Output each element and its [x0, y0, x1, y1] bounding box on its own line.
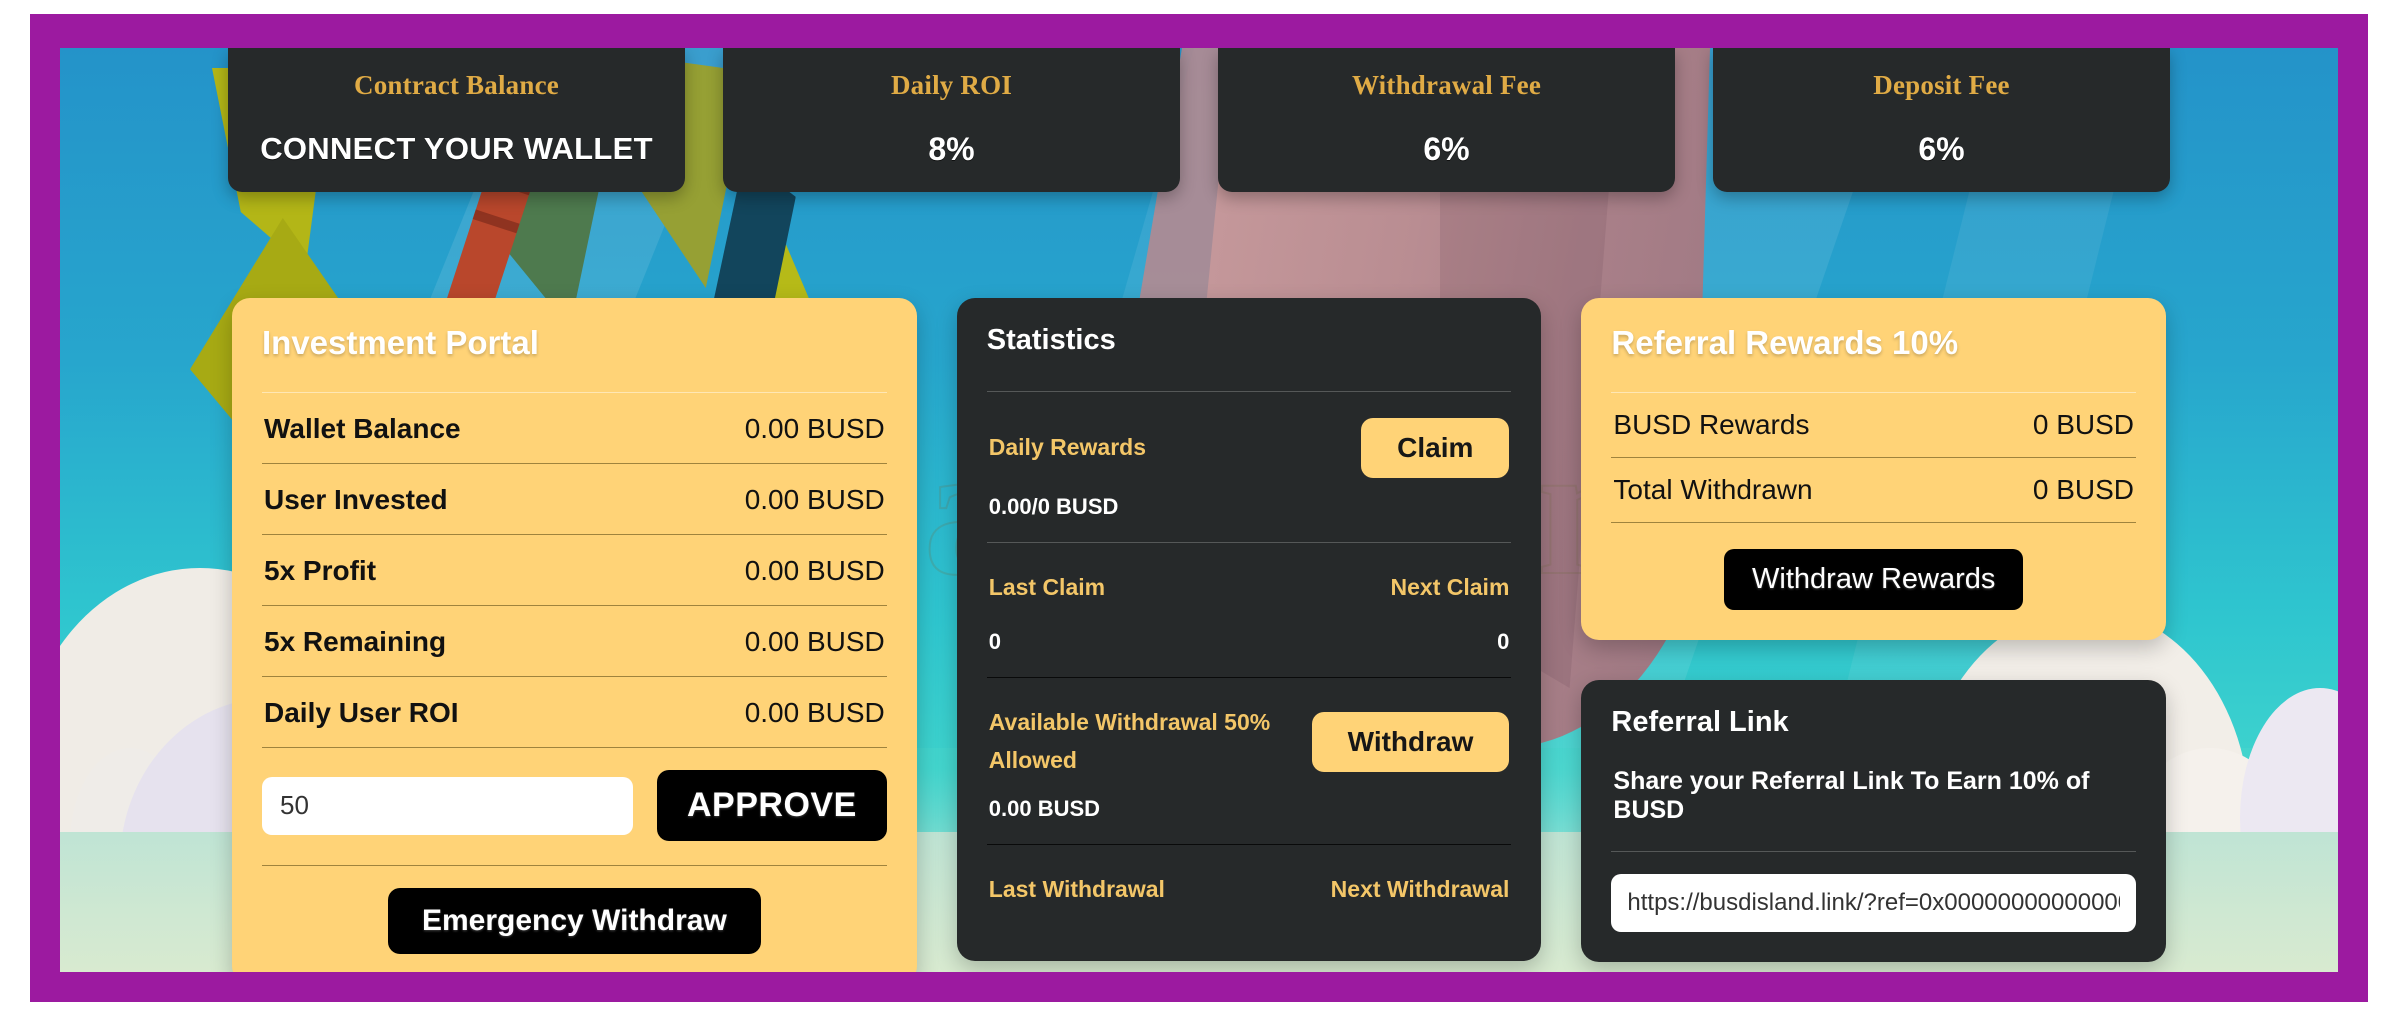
column-statistics: Statistics Daily Rewards Claim 0.00/0 BU…	[956, 298, 1542, 972]
row-value: 0.00 BUSD	[744, 555, 885, 586]
row-value: 0.00 BUSD	[744, 413, 885, 444]
statistics-title: Statistics	[986, 324, 1116, 356]
stat-card-contract-balance: Contract Balance CONNECT YOUR WALLET	[228, 48, 685, 192]
deposit-amount-input[interactable]	[262, 776, 633, 835]
approve-button[interactable]: APPROVE	[657, 770, 887, 841]
row-label: User Invested	[264, 484, 448, 515]
row-label: 5x Remaining	[264, 626, 447, 657]
withdraw-button[interactable]: Withdraw	[1311, 711, 1510, 772]
referral-link-subtitle: Share your Referral Link To Earn 10% of …	[1613, 767, 2090, 824]
stat-value: 6%	[1918, 131, 1965, 167]
stat-label: Daily ROI	[890, 70, 1013, 100]
stat-label: Deposit Fee	[1873, 70, 2010, 100]
column-referral: Referral Rewards 10% BUSD Rewards 0 BUSD…	[1581, 298, 2167, 972]
stat-card-daily-roi: Daily ROI 8%	[723, 48, 1180, 192]
claim-times-block: Last Claim Next Claim 0 0	[987, 543, 1512, 677]
row-value: 0.00 BUSD	[744, 697, 885, 728]
page-frame: dreamstime Contract Balance CONNECT YOUR…	[30, 14, 2368, 1002]
investment-portal-card: Investment Portal Wallet Balance 0.00 BU…	[232, 298, 917, 972]
referral-link-card: Referral Link Share your Referral Link T…	[1581, 680, 2167, 962]
daily-rewards-block: Daily Rewards Claim 0.00/0 BUSD	[987, 392, 1512, 542]
next-claim-label: Next Claim	[1390, 574, 1510, 600]
top-stats-row: Contract Balance CONNECT YOUR WALLET Dai…	[60, 48, 2338, 192]
row-value: 0 BUSD	[2032, 474, 2135, 505]
last-claim-label: Last Claim	[988, 574, 1106, 600]
available-withdrawal-label: Available Withdrawal 50% Allowed	[989, 704, 1270, 780]
row-label: Wallet Balance	[264, 413, 461, 444]
available-withdrawal-line2: Allowed	[988, 746, 1077, 773]
next-claim-value: 0	[1497, 628, 1510, 654]
deposit-controls: APPROVE	[262, 748, 887, 865]
emergency-withdraw-row: Emergency Withdraw	[262, 866, 887, 954]
last-withdrawal-label: Last Withdrawal	[988, 875, 1165, 902]
row-label: BUSD Rewards	[1613, 409, 1810, 440]
row-value: 0.00 BUSD	[744, 484, 885, 515]
stat-label: Withdrawal Fee	[1351, 70, 1542, 100]
statistics-card: Statistics Daily Rewards Claim 0.00/0 BU…	[956, 298, 1542, 961]
referral-link-input[interactable]	[1611, 874, 2137, 932]
row-label: 5x Profit	[264, 555, 377, 586]
row-label: Total Withdrawn	[1613, 474, 1813, 505]
claim-button[interactable]: Claim	[1361, 418, 1510, 478]
daily-rewards-label: Daily Rewards	[988, 434, 1147, 461]
table-row: Total Withdrawn 0 BUSD	[1611, 458, 2136, 522]
stat-card-withdrawal-fee: Withdrawal Fee 6%	[1218, 48, 1675, 192]
island-background: dreamstime Contract Balance CONNECT YOUR…	[60, 48, 2338, 972]
connect-wallet-value[interactable]: CONNECT YOUR WALLET	[238, 131, 675, 167]
referral-link-title: Referral Link	[1611, 706, 1789, 738]
available-withdrawal-value: 0.00 BUSD	[988, 795, 1101, 821]
available-withdrawal-block: Available Withdrawal 50% Allowed Withdra…	[987, 678, 1512, 844]
page-title: Investment Portal	[262, 324, 539, 361]
row-label: Daily User ROI	[264, 697, 459, 728]
table-row: 5x Remaining 0.00 BUSD	[262, 606, 887, 676]
table-row: User Invested 0.00 BUSD	[262, 464, 887, 534]
stat-card-deposit-fee: Deposit Fee 6%	[1713, 48, 2170, 192]
last-claim-value: 0	[988, 628, 1002, 654]
stat-value: 6%	[1423, 131, 1470, 167]
referral-rewards-card: Referral Rewards 10% BUSD Rewards 0 BUSD…	[1581, 298, 2167, 640]
withdraw-rewards-row: Withdraw Rewards	[1611, 523, 2136, 610]
stat-label: Contract Balance	[354, 70, 559, 100]
stat-value: 8%	[928, 131, 975, 167]
emergency-withdraw-button[interactable]: Emergency Withdraw	[387, 888, 761, 954]
daily-rewards-value: 0.00/0 BUSD	[988, 494, 1119, 519]
next-withdrawal-label: Next Withdrawal	[1330, 875, 1510, 902]
table-row: Wallet Balance 0.00 BUSD	[262, 393, 887, 463]
row-value: 0.00 BUSD	[744, 626, 885, 657]
available-withdrawal-line1: Available Withdrawal 50%	[988, 708, 1271, 735]
referral-rewards-title: Referral Rewards 10%	[1611, 324, 1959, 361]
row-value: 0 BUSD	[2032, 409, 2135, 440]
withdrawal-times-block: Last Withdrawal Next Withdrawal	[987, 845, 1512, 931]
table-row: Daily User ROI 0.00 BUSD	[262, 677, 887, 747]
table-row: BUSD Rewards 0 BUSD	[1611, 393, 2136, 457]
table-row: 5x Profit 0.00 BUSD	[262, 535, 887, 605]
withdraw-rewards-button[interactable]: Withdraw Rewards	[1724, 549, 2024, 610]
main-grid: Investment Portal Wallet Balance 0.00 BU…	[60, 298, 2338, 972]
column-investment: Investment Portal Wallet Balance 0.00 BU…	[232, 298, 917, 972]
